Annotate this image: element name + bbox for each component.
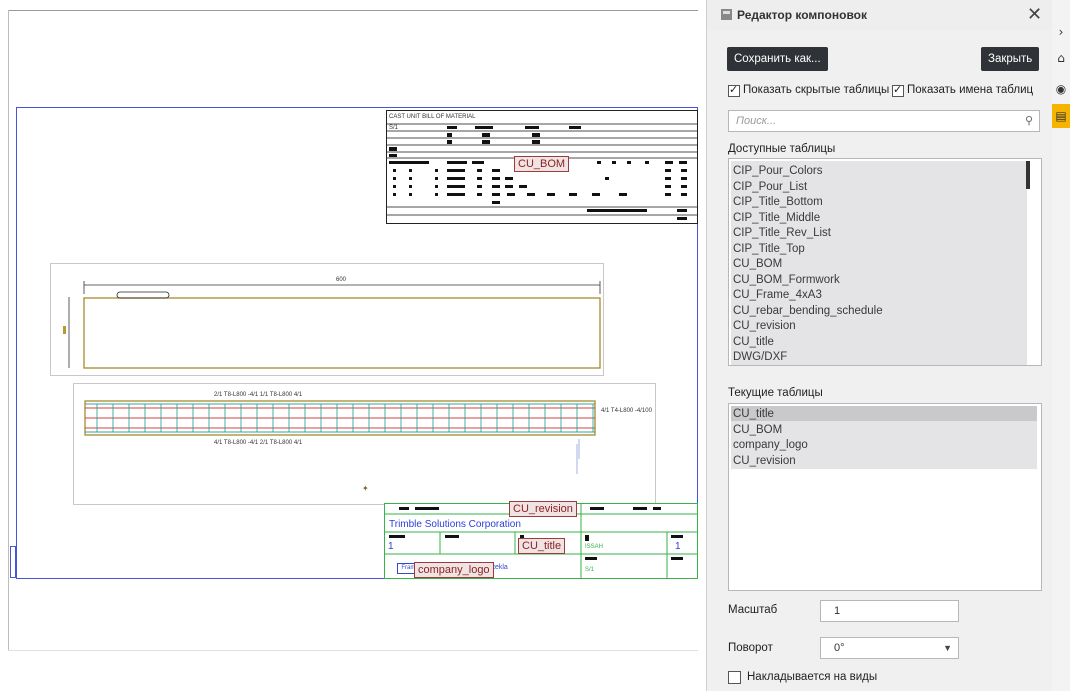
save-as-button[interactable]: Сохранить как... [727,47,828,71]
close-button[interactable]: Закрыть [981,47,1040,71]
table-name-label-logo[interactable]: company_logo [414,562,494,578]
available-table-item[interactable]: CIP_Title_Top [733,243,805,255]
overlay-views-checkbox[interactable] [728,671,741,684]
layout-editor-icon [721,9,732,20]
chevron-right-icon[interactable]: › [1052,20,1070,44]
sheet-number-text: 1 [388,541,394,552]
current-table-item[interactable]: company_logo [733,439,808,451]
available-table-item[interactable]: CIP_Pour_Colors [733,165,822,177]
available-table-item[interactable]: CU_revision [733,320,796,332]
table-layout-icon[interactable]: ▤ [1052,104,1070,128]
available-table-item[interactable]: CIP_Title_Rev_List [733,227,831,239]
frame-marker [10,546,16,578]
available-table-item[interactable]: CIP_Title_Bottom [733,196,823,208]
available-tables-list[interactable]: CIP_Pour_Colors CIP_Pour_List CIP_Title_Bo… [728,158,1042,366]
current-table-item[interactable]: CU_revision [733,455,796,467]
table-name-label-revision[interactable]: CU_revision [509,501,577,517]
rotation-select[interactable]: 0° ▼ [820,637,959,659]
revision-number-text: 1 [675,541,681,552]
search-input[interactable]: Поиск... ⚲ [728,110,1040,132]
rotation-value: 0° [834,642,845,654]
rotation-label: Поворот [728,642,773,654]
panel-titlebar: Редактор компоновок ✕ [707,0,1053,30]
current-list-selection [731,406,1037,421]
show-hidden-tables-checkbox[interactable] [728,83,740,97]
layout-editor-panel: Редактор компоновок ✕ Сохранить как... З… [706,0,1053,691]
available-table-item[interactable]: CU_title [733,336,774,348]
tekla-logo: tekla [493,564,508,571]
current-table-item[interactable]: CU_BOM [733,424,782,436]
view-top-graphics [63,281,601,369]
right-side-toolbar: › ⌂ ◉ ▤ [1052,0,1070,691]
show-hidden-tables-label: Показать скрытые таблицы [743,84,890,96]
available-table-item[interactable]: CIP_Pour_List [733,181,807,193]
chevron-down-icon: ▼ [943,643,952,653]
current-table-item[interactable]: CU_title [733,408,774,420]
building-icon[interactable]: ⌂ [1052,46,1070,70]
scale-input[interactable]: 1 [820,600,959,622]
show-table-names-label: Показать имена таблиц [907,84,1034,96]
available-table-item[interactable]: DWG/DXF [733,351,787,363]
canvas-bottom-border [8,650,698,651]
drawing-canvas[interactable]: CAST UNIT BILL OF MATERIAL S/1 CU_BOM 60… [0,0,706,691]
panel-title: Редактор компоновок [737,8,867,22]
table-name-label-title[interactable]: CU_title [518,538,566,554]
current-tables-header: Текущие таблицы [728,387,823,399]
current-tables-list[interactable]: CU_title CU_BOM company_logo CU_revision [728,403,1042,591]
rebar-mark-icon: ✦ [362,484,369,493]
search-icon[interactable]: ⚲ [1025,114,1033,127]
available-tables-header: Доступные таблицы [728,143,836,155]
show-table-names-checkbox[interactable] [892,83,904,97]
search-placeholder: Поиск... [736,115,777,127]
available-table-item[interactable]: CU_BOM [733,258,782,270]
overlay-views-label: Накладывается на виды [747,671,878,683]
canvas-top-border [8,10,698,11]
available-list-scrollbar[interactable] [1026,161,1030,189]
canvas-left-border [8,10,9,650]
company-name-text: Trimble Solutions Corporation [389,519,521,530]
globe-icon[interactable]: ◉ [1052,77,1070,101]
available-table-item[interactable]: CU_BOM_Formwork [733,274,840,286]
available-table-item[interactable]: CIP_Title_Middle [733,212,820,224]
drawing-view-top[interactable]: 600 [50,263,604,376]
scale-label: Масштаб [728,604,778,616]
available-table-item[interactable]: CU_rebar_bending_schedule [733,305,883,317]
available-table-item[interactable]: CU_Frame_4xA3 [733,289,822,301]
drawing-view-section[interactable]: 2/1 T8-L800 -4/1 1/1 T8-L800 4/1 4/1 T8-… [73,383,656,505]
close-icon[interactable]: ✕ [1027,4,1042,25]
table-name-label-bom[interactable]: CU_BOM [514,156,570,172]
